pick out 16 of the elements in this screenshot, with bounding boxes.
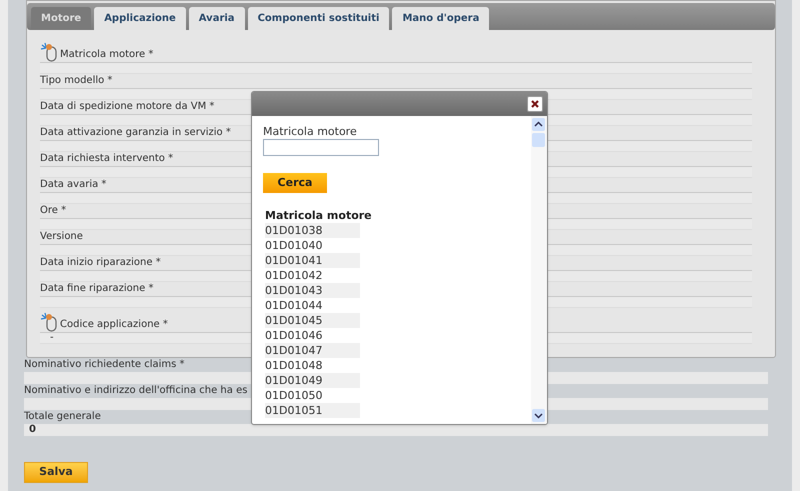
field-label: Data richiesta intervento * [40,152,174,166]
field-label: Versione [40,230,83,244]
column-header: Matricola motore [265,208,373,223]
field-label: Tipo modello * [40,74,112,88]
field-label: Data avaria * [40,178,106,192]
field-label: Data fine riparazione * [40,282,154,296]
field-label: Matricola motore * [60,48,154,62]
field-label: Ore * [40,204,66,218]
field-label: Data attivazione garanzia in servizio * [40,126,231,140]
field-label: Codice applicazione * [60,318,168,332]
field-label: Data di spedizione motore da VM * [40,100,214,114]
field-label: Nominativo e indirizzo dell'officina che ha es [24,384,248,398]
field-label: Nominativo richiedente claims * [24,358,185,372]
field-label: Totale generale [24,410,101,424]
field-label: Data inizio riparazione * [40,256,161,270]
field-label: Matricola motore [263,125,358,139]
